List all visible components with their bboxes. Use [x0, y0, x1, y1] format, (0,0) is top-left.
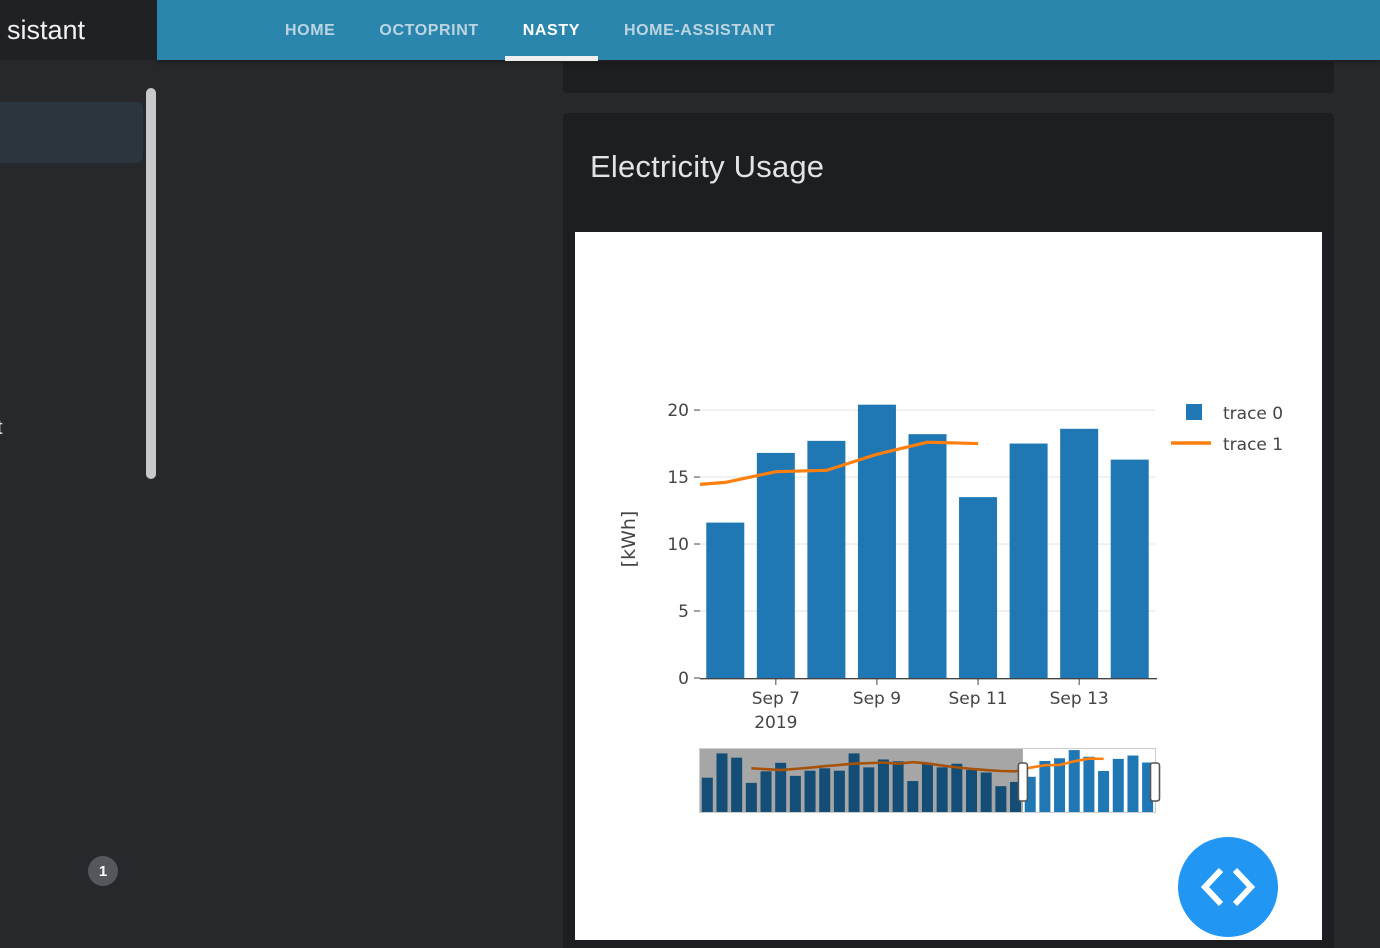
- sidebar-scrollbar-thumb[interactable]: [146, 88, 156, 479]
- rangeslider-bar: [1039, 761, 1050, 812]
- y-tick-label: 20: [667, 401, 689, 421]
- bar-sep-7[interactable]: [757, 453, 795, 678]
- x-tick-label: Sep 9: [853, 689, 901, 709]
- legend-swatch-bar: [1186, 404, 1202, 420]
- legend-item-trace1[interactable]: trace 1: [1171, 435, 1283, 455]
- rangeslider-bar: [1127, 756, 1138, 812]
- y-tick-label: 5: [678, 602, 689, 622]
- rangeslider-bar: [1083, 757, 1094, 812]
- bar-sep-13[interactable]: [1060, 429, 1098, 678]
- tab-home-assistant[interactable]: HOME-ASSISTANT: [606, 0, 793, 60]
- edit-code-fab-button[interactable]: [1178, 837, 1278, 937]
- y-tick-label: 0: [678, 669, 689, 689]
- bar-sep-9[interactable]: [858, 405, 896, 678]
- sidebar-count-badge: 1: [88, 856, 118, 886]
- bar-sep-6[interactable]: [706, 523, 744, 678]
- legend-label: trace 1: [1223, 435, 1283, 455]
- sidebar-item-selected[interactable]: [0, 102, 143, 163]
- rangeslider-bar: [1098, 771, 1109, 812]
- sidebar-item-cutoff-label[interactable]: t: [0, 417, 3, 440]
- electricity-chart-canvas: 0 5 10 15 20 [kWh] Sep 7 2019 Sep 9 Sep 11 Sep 13 t…: [575, 232, 1322, 940]
- bar-sep-14[interactable]: [1111, 460, 1149, 678]
- y-axis-title: [kWh]: [618, 511, 640, 568]
- x-tick-sublabel: 2019: [754, 713, 797, 733]
- rangeslider-bar: [1113, 759, 1124, 812]
- tab-octoprint[interactable]: OCTOPRINT: [361, 0, 496, 60]
- screen: sistant HOME OCTOPRINT NASTY HOME-ASSIST…: [0, 0, 1380, 948]
- nav-tabs: HOME OCTOPRINT NASTY HOME-ASSISTANT: [267, 0, 793, 60]
- tab-home[interactable]: HOME: [267, 0, 353, 60]
- bar-sep-11[interactable]: [959, 497, 997, 678]
- electricity-chart: 0 5 10 15 20 [kWh] Sep 7 2019 Sep 9 Sep 11 Sep 13 t…: [575, 232, 1322, 940]
- x-tick-label: Sep 7: [752, 689, 800, 709]
- rangeslider-mask[interactable]: [700, 749, 1023, 812]
- y-tick-label: 10: [667, 535, 689, 555]
- app-title-partial: sistant: [0, 0, 157, 60]
- x-tick-label: Sep 11: [949, 689, 1008, 709]
- y-tick-label: 15: [667, 468, 689, 488]
- legend-item-trace0[interactable]: trace 0: [1186, 404, 1283, 424]
- bar-sep-12[interactable]: [1010, 444, 1048, 678]
- card-title: Electricity Usage: [590, 149, 824, 185]
- tab-nasty[interactable]: NASTY: [505, 0, 598, 60]
- x-tick-label: Sep 13: [1050, 689, 1109, 709]
- rangeslider-handle-right[interactable]: [1151, 763, 1160, 801]
- rangeslider-bar: [1054, 758, 1065, 812]
- bar-sep-10[interactable]: [909, 434, 947, 678]
- top-nav-bar: HOME OCTOPRINT NASTY HOME-ASSISTANT: [157, 0, 1380, 60]
- electricity-usage-card: Electricity Usage 0 5 10 15 20 [kWh] Sep 7 2019…: [563, 113, 1334, 948]
- code-icon: [1199, 864, 1257, 910]
- legend-label: trace 0: [1223, 404, 1283, 424]
- bar-sep-8[interactable]: [807, 441, 845, 678]
- card-above-bottom-edge: [563, 62, 1334, 93]
- rangeslider-handle-left[interactable]: [1018, 763, 1027, 801]
